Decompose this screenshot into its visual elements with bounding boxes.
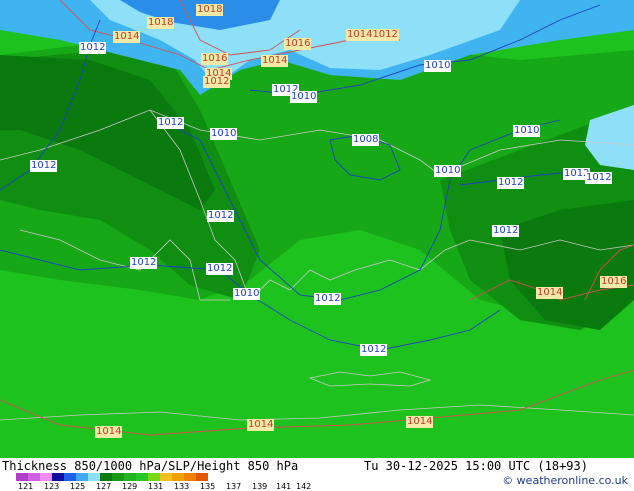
forecast-datetime: Tu 30-12-2025 15:00 UTC (18+93) [364,459,588,473]
isobar-label: 1012 [79,42,107,54]
isobar-label: 1012 [497,177,525,189]
isobar-label: 1016 [600,276,628,288]
legend-swatch [136,473,148,481]
legend-swatch [172,473,184,481]
map-stage: 1018 1018 1014 1012 1016 10141012 1016 1… [0,0,634,491]
thickness-map [0,0,634,458]
isobar-label: 1012 [203,76,231,88]
legend-swatch [88,473,100,481]
isobar-label: 1012 [314,293,342,305]
isobar-label: 1014 [261,55,289,67]
legend-swatch [76,473,88,481]
legend-swatch [28,473,40,481]
isobar-label: 1010 [434,165,462,177]
legend-swatch [40,473,52,481]
isobar-label: 1018 [147,17,175,29]
legend-swatch [100,473,112,481]
isobar-label: 1014 [247,419,275,431]
legend-swatch [16,473,28,481]
isobar-label: 1014 [95,426,123,438]
isobar-label: 1010 [513,125,541,137]
legend-swatch [112,473,124,481]
isobar-label: 1016 [284,38,312,50]
isobar-label: 1010 [210,128,238,140]
legend-swatch [124,473,136,481]
legend-swatch [184,473,196,481]
isobar-label: 1012 [585,172,613,184]
isobar-label: 1008 [352,134,380,146]
legend-swatch [52,473,64,481]
isobar-label: 1018 [196,4,224,16]
isobar-label: 1012 [492,225,520,237]
legend-swatch [64,473,76,481]
isobar-label: 1012 [206,263,234,275]
isobar-label: 1016 [201,53,229,65]
isobar-label: 1010 [233,288,261,300]
isobar-label: 1012 [157,117,185,129]
isobar-label: 1012 [30,160,58,172]
isobar-label: 1010 [424,60,452,72]
site-credit[interactable]: © weatheronline.co.uk [502,474,628,487]
map-title: Thickness 850/1000 hPa/SLP/Height 850 hP… [2,459,299,473]
color-legend [16,473,208,481]
legend-swatch [196,473,208,481]
isobar-label: 1012 [207,210,235,222]
isobar-label: 1014 [406,416,434,428]
legend-swatch [148,473,160,481]
isobar-label: 1010 [290,91,318,103]
isobar-label: 1014 [113,31,141,43]
isobar-label: 1014 [536,287,564,299]
isobar-label: 1012 [360,344,388,356]
isobar-label: 10141012 [346,29,399,41]
isobar-label: 1012 [130,257,158,269]
legend-swatch [160,473,172,481]
